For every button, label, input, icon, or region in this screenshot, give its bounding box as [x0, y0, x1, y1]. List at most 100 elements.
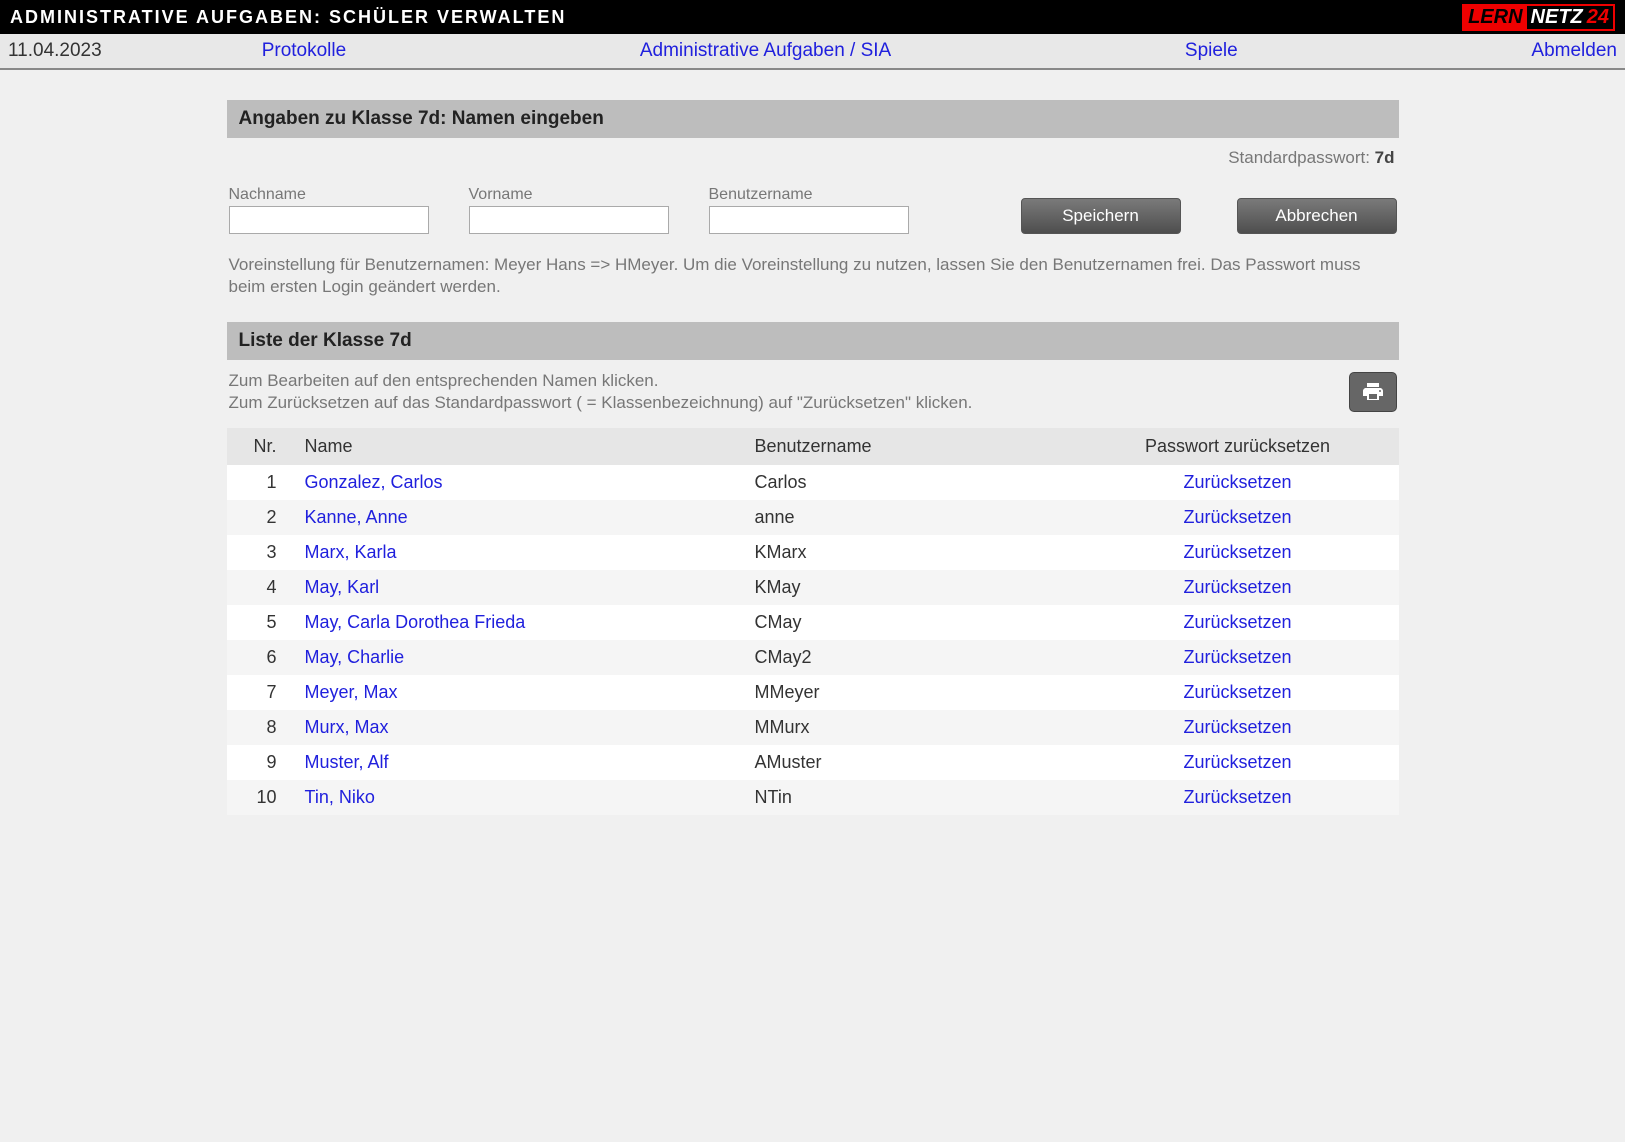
student-name-link[interactable]: May, Charlie	[305, 647, 405, 667]
row-username: CMay2	[747, 640, 1077, 675]
username-hint: Voreinstellung für Benutzernamen: Meyer …	[227, 234, 1399, 322]
row-name-cell: Murx, Max	[297, 710, 747, 745]
firstname-label: Vorname	[469, 186, 669, 204]
table-row: 7 Meyer, Max MMeyer Zurücksetzen	[227, 675, 1399, 710]
row-username: AMuster	[747, 745, 1077, 780]
row-name-cell: May, Charlie	[297, 640, 747, 675]
table-row: 8 Murx, Max MMurx Zurücksetzen	[227, 710, 1399, 745]
row-nr: 2	[227, 500, 297, 535]
nav-abmelden[interactable]: Abmelden	[1531, 40, 1617, 62]
reset-password-link[interactable]: Zurücksetzen	[1183, 542, 1291, 562]
table-row: 2 Kanne, Anne anne Zurücksetzen	[227, 500, 1399, 535]
student-name-link[interactable]: Gonzalez, Carlos	[305, 472, 443, 492]
list-intro: Zum Bearbeiten auf den entsprechenden Na…	[227, 360, 1399, 428]
row-username: NTin	[747, 780, 1077, 815]
nav-admin[interactable]: Administrative Aufgaben / SIA	[640, 40, 891, 62]
row-username: anne	[747, 500, 1077, 535]
row-reset-cell: Zurücksetzen	[1077, 500, 1399, 535]
table-row: 3Marx, KarlaKMarxZurücksetzen	[227, 535, 1399, 570]
row-username: CMay	[747, 605, 1077, 640]
row-name-cell: Muster, Alf	[297, 745, 747, 780]
save-button[interactable]: Speichern	[1021, 198, 1181, 234]
row-reset-cell: Zurücksetzen	[1077, 640, 1399, 675]
row-reset-cell: Zurücksetzen	[1077, 675, 1399, 710]
table-row: 1Gonzalez, CarlosCarlosZurücksetzen	[227, 465, 1399, 500]
page-title: ADMINISTRATIVE AUFGABEN: SCHÜLER VERWALT…	[10, 7, 566, 28]
reset-password-link[interactable]: Zurücksetzen	[1183, 612, 1291, 632]
row-nr: 6	[227, 640, 297, 675]
student-name-link[interactable]: Murx, Max	[305, 717, 389, 737]
row-reset-cell: Zurücksetzen	[1077, 745, 1399, 780]
nav-bar: 11.04.2023 Protokolle Administrative Auf…	[0, 34, 1625, 70]
student-name-link[interactable]: May, Karl	[305, 577, 380, 597]
firstname-group: Vorname	[469, 186, 669, 234]
student-name-link[interactable]: Tin, Niko	[305, 787, 375, 807]
reset-password-link[interactable]: Zurücksetzen	[1183, 577, 1291, 597]
row-reset-cell: Zurücksetzen	[1077, 780, 1399, 815]
form-heading: Angaben zu Klasse 7d: Namen eingeben	[227, 100, 1399, 138]
nav-protokolle[interactable]: Protokolle	[262, 40, 347, 62]
row-nr: 7	[227, 675, 297, 710]
table-row: 4May, KarlKMayZurücksetzen	[227, 570, 1399, 605]
row-username: MMurx	[747, 710, 1077, 745]
table-row: 5 May, Carla Dorothea Frieda CMay Zurückset…	[227, 605, 1399, 640]
print-button[interactable]	[1349, 372, 1397, 412]
nav-links: Protokolle Administrative Aufgaben / SIA…	[262, 40, 1617, 62]
list-intro-line2: Zum Zurücksetzen auf das Standardpasswor…	[229, 392, 973, 414]
lastname-group: Nachname	[229, 186, 429, 234]
table-row: 6 May, Charlie CMay2 Zurücksetzen	[227, 640, 1399, 675]
form-buttons: Speichern Abbrechen	[1021, 198, 1397, 234]
student-name-link[interactable]: May, Carla Dorothea Frieda	[305, 612, 526, 632]
reset-password-link[interactable]: Zurücksetzen	[1183, 682, 1291, 702]
student-table: Nr. Name Benutzername Passwort zurückset…	[227, 428, 1399, 815]
student-name-link[interactable]: Kanne, Anne	[305, 507, 408, 527]
reset-password-link[interactable]: Zurücksetzen	[1183, 787, 1291, 807]
row-reset-cell: Zurücksetzen	[1077, 570, 1399, 605]
row-nr: 9	[227, 745, 297, 780]
logo[interactable]: LERN NETZ 24	[1462, 4, 1615, 31]
row-name-cell: Gonzalez, Carlos	[297, 465, 747, 500]
row-username: MMeyer	[747, 675, 1077, 710]
row-nr: 8	[227, 710, 297, 745]
reset-password-link[interactable]: Zurücksetzen	[1183, 647, 1291, 667]
lastname-input[interactable]	[229, 206, 429, 234]
reset-password-link[interactable]: Zurücksetzen	[1183, 472, 1291, 492]
default-password-value: 7d	[1375, 148, 1395, 167]
nav-spiele[interactable]: Spiele	[1185, 40, 1238, 62]
reset-password-link[interactable]: Zurücksetzen	[1183, 717, 1291, 737]
cancel-button[interactable]: Abbrechen	[1237, 198, 1397, 234]
logo-netz: NETZ	[1527, 6, 1587, 29]
row-reset-cell: Zurücksetzen	[1077, 465, 1399, 500]
firstname-input[interactable]	[469, 206, 669, 234]
row-reset-cell: Zurücksetzen	[1077, 605, 1399, 640]
row-reset-cell: Zurücksetzen	[1077, 535, 1399, 570]
username-label: Benutzername	[709, 186, 909, 204]
row-name-cell: Marx, Karla	[297, 535, 747, 570]
row-name-cell: Kanne, Anne	[297, 500, 747, 535]
col-user-header: Benutzername	[747, 428, 1077, 465]
student-name-link[interactable]: Meyer, Max	[305, 682, 398, 702]
table-row: 10Tin, NikoNTinZurücksetzen	[227, 780, 1399, 815]
logo-24: 24	[1587, 6, 1613, 29]
row-nr: 5	[227, 605, 297, 640]
col-nr-header: Nr.	[227, 428, 297, 465]
table-header-row: Nr. Name Benutzername Passwort zurückset…	[227, 428, 1399, 465]
list-intro-text: Zum Bearbeiten auf den entsprechenden Na…	[229, 370, 973, 414]
reset-password-link[interactable]: Zurücksetzen	[1183, 752, 1291, 772]
row-reset-cell: Zurücksetzen	[1077, 710, 1399, 745]
col-name-header: Name	[297, 428, 747, 465]
username-input[interactable]	[709, 206, 909, 234]
top-bar: ADMINISTRATIVE AUFGABEN: SCHÜLER VERWALT…	[0, 0, 1625, 34]
row-username: Carlos	[747, 465, 1077, 500]
row-name-cell: May, Carla Dorothea Frieda	[297, 605, 747, 640]
default-password-hint: Standardpasswort: 7d	[227, 138, 1399, 186]
logo-lern: LERN	[1464, 6, 1526, 29]
row-nr: 4	[227, 570, 297, 605]
student-name-link[interactable]: Marx, Karla	[305, 542, 397, 562]
list-heading: Liste der Klasse 7d	[227, 322, 1399, 360]
student-name-link[interactable]: Muster, Alf	[305, 752, 389, 772]
form-row: Nachname Vorname Benutzername Speichern …	[227, 186, 1399, 234]
reset-password-link[interactable]: Zurücksetzen	[1183, 507, 1291, 527]
row-name-cell: May, Karl	[297, 570, 747, 605]
table-row: 9 Muster, Alf AMuster Zurücksetzen	[227, 745, 1399, 780]
